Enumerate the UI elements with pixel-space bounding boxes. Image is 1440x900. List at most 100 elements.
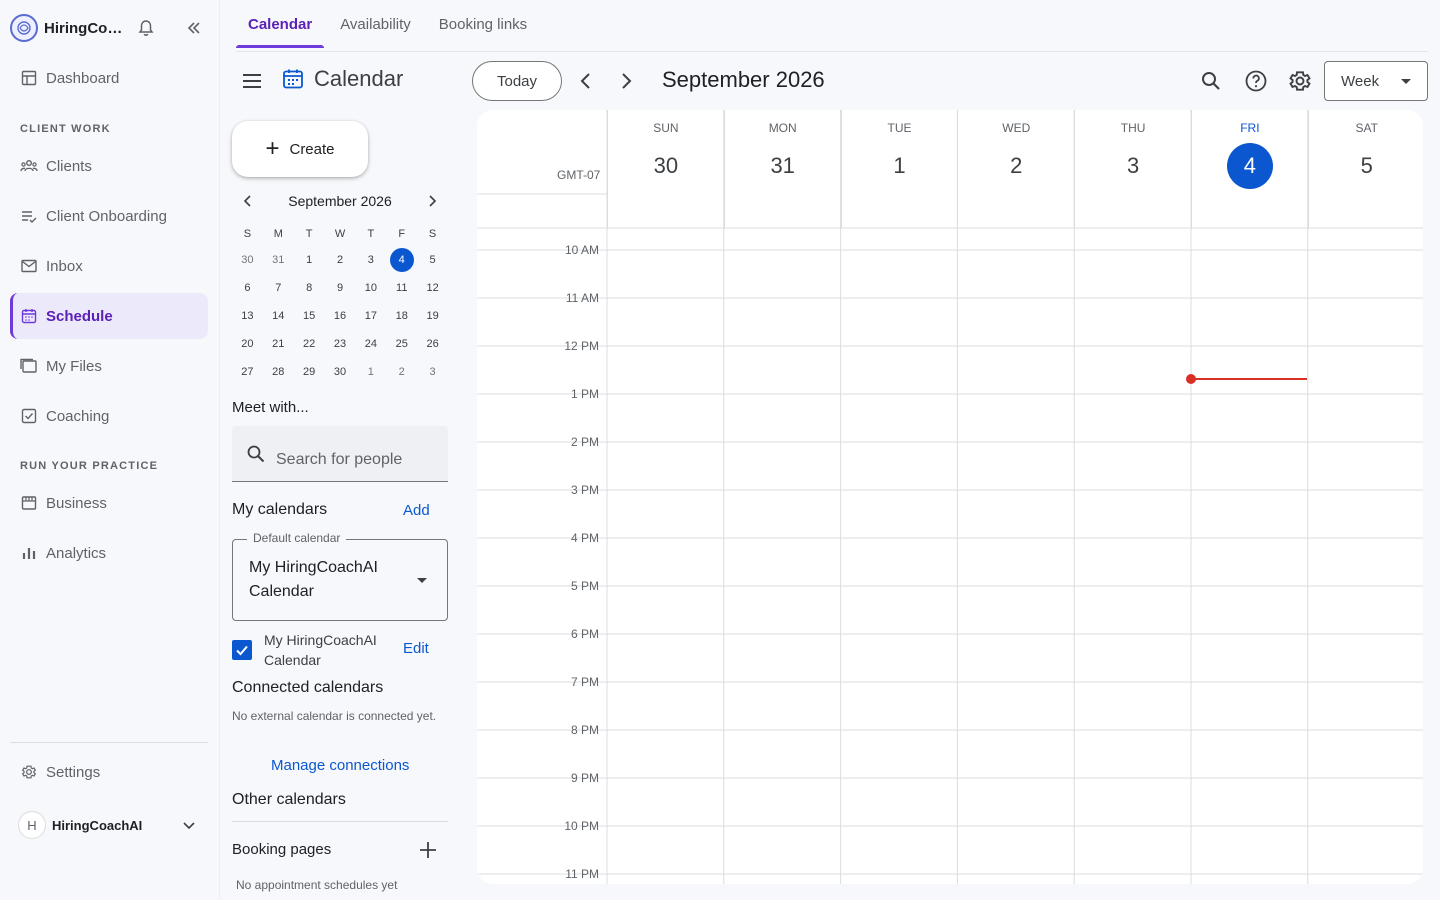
mini-day[interactable]: 1 (294, 246, 325, 274)
mini-day[interactable]: 28 (263, 358, 294, 386)
gear-icon[interactable] (1288, 69, 1312, 93)
mini-day-number: 2 (336, 254, 344, 266)
day-number[interactable]: 2 (993, 143, 1039, 189)
mini-day[interactable]: 29 (294, 358, 325, 386)
mini-day[interactable]: 7 (263, 274, 294, 302)
mini-day[interactable]: 2 (386, 358, 417, 386)
mini-day[interactable]: 26 (417, 330, 448, 358)
mini-day[interactable]: 23 (325, 330, 356, 358)
sidebar-item-dashboard[interactable]: Dashboard (10, 55, 208, 101)
tabs-divider (236, 51, 1428, 52)
sidebar-item-schedule[interactable]: Schedule (10, 293, 208, 339)
mini-day[interactable]: 31 (263, 246, 294, 274)
mini-day[interactable]: 3 (417, 358, 448, 386)
mini-day[interactable]: 1 (355, 358, 386, 386)
mini-day[interactable]: 18 (386, 302, 417, 330)
plus-icon: + (265, 135, 280, 162)
calendar-visibility-checkbox[interactable] (232, 640, 252, 660)
sidebar-item-my-files[interactable]: My Files (10, 343, 208, 389)
mini-day[interactable]: 21 (263, 330, 294, 358)
manage-connections-link[interactable]: Manage connections (271, 757, 409, 774)
mini-day-number: 26 (426, 338, 439, 350)
today-button[interactable]: Today (472, 61, 562, 101)
booking-pages-heading: Booking pages (232, 841, 332, 858)
mini-day[interactable]: 11 (386, 274, 417, 302)
mini-day[interactable]: 8 (294, 274, 325, 302)
menu-icon[interactable] (240, 69, 264, 93)
mini-day[interactable]: 25 (386, 330, 417, 358)
page-title: Calendar (314, 66, 404, 91)
section-run-practice: RUN YOUR PRACTICE (20, 460, 159, 472)
people-search-input[interactable]: Search for people (232, 426, 448, 482)
hour-label: 12 PM (564, 339, 599, 353)
day-number[interactable]: 31 (760, 143, 806, 189)
mini-day[interactable]: 24 (355, 330, 386, 358)
mini-next-month-icon[interactable] (423, 192, 441, 210)
user-menu[interactable]: H HiringCoachAI (18, 810, 208, 840)
sidebar-item-analytics[interactable]: Analytics (10, 530, 208, 576)
mini-day[interactable]: 5 (417, 246, 448, 274)
add-booking-page-icon[interactable] (416, 838, 440, 862)
view-selector[interactable]: Week (1324, 61, 1428, 101)
mini-day[interactable]: 22 (294, 330, 325, 358)
day-number[interactable]: 5 (1344, 143, 1390, 189)
files-icon (20, 357, 38, 375)
other-calendars-heading: Other calendars (232, 791, 346, 808)
sidebar-item-settings[interactable]: Settings (10, 749, 208, 795)
notification-bell-icon[interactable] (136, 18, 156, 38)
day-of-week-label: THU (1120, 121, 1146, 135)
mini-day[interactable]: 3 (355, 246, 386, 274)
mini-day-number: 6 (244, 282, 251, 294)
sidebar-item-client-onboarding[interactable]: Client Onboarding (10, 193, 208, 239)
mini-day[interactable]: 10 (355, 274, 386, 302)
mini-day[interactable]: 2 (325, 246, 356, 274)
sidebar-item-business[interactable]: Business (10, 480, 208, 526)
mini-day[interactable]: 9 (325, 274, 356, 302)
mini-day[interactable]: 13 (232, 302, 263, 330)
mini-day-number: 13 (241, 310, 254, 322)
brand[interactable]: HiringCoa... (10, 12, 128, 44)
mini-day-today[interactable]: 4 (386, 246, 417, 274)
day-number[interactable]: 1 (876, 143, 922, 189)
view-selector-value: Week (1341, 72, 1380, 90)
add-calendar-link[interactable]: Add (403, 502, 430, 519)
mini-day[interactable]: 15 (294, 302, 325, 330)
day-number[interactable]: 3 (1110, 143, 1156, 189)
create-button[interactable]: + Create (232, 121, 368, 177)
collapse-sidebar-icon[interactable] (184, 18, 204, 38)
calendar-title: Calendar (282, 66, 403, 92)
mini-day[interactable]: 27 (232, 358, 263, 386)
tab-calendar[interactable]: Calendar (236, 0, 325, 48)
default-calendar-select[interactable]: Default calendar My HiringCoachAI Calend… (232, 531, 448, 621)
dropdown-caret-icon (1401, 79, 1411, 84)
current-time-dot (1186, 374, 1196, 384)
mini-day[interactable]: 20 (232, 330, 263, 358)
previous-week-icon[interactable] (574, 69, 598, 93)
help-icon[interactable] (1244, 69, 1268, 93)
day-number[interactable]: 4 (1226, 143, 1273, 189)
mini-day[interactable]: 19 (417, 302, 448, 330)
search-icon[interactable] (1199, 69, 1223, 93)
mini-day[interactable]: 30 (325, 358, 356, 386)
mini-day[interactable]: 30 (232, 246, 263, 274)
mini-day[interactable]: 16 (325, 302, 356, 330)
mini-day[interactable]: 14 (263, 302, 294, 330)
sidebar-item-clients[interactable]: Clients (10, 143, 208, 189)
day-number[interactable]: 30 (643, 143, 689, 189)
edit-calendar-link[interactable]: Edit (403, 640, 429, 657)
sidebar-item-coaching[interactable]: Coaching (10, 393, 208, 439)
mini-day[interactable]: 17 (355, 302, 386, 330)
sidebar-item-inbox[interactable]: Inbox (10, 243, 208, 289)
tab-availability[interactable]: Availability (328, 0, 423, 48)
mini-day[interactable]: 6 (232, 274, 263, 302)
hour-label: 4 PM (570, 531, 599, 545)
next-week-icon[interactable] (614, 69, 638, 93)
hour-label: 7 PM (570, 675, 599, 689)
mini-day-number: 19 (426, 310, 439, 322)
tab-booking-links[interactable]: Booking links (427, 0, 539, 48)
sidebar-item-label: Client Onboarding (46, 207, 167, 225)
panel-divider (232, 821, 448, 822)
brand-logo-icon (10, 14, 38, 42)
mini-day[interactable]: 12 (417, 274, 448, 302)
app-sidebar: HiringCoa... Dashboard CLIENT WORK Clien… (0, 0, 220, 900)
